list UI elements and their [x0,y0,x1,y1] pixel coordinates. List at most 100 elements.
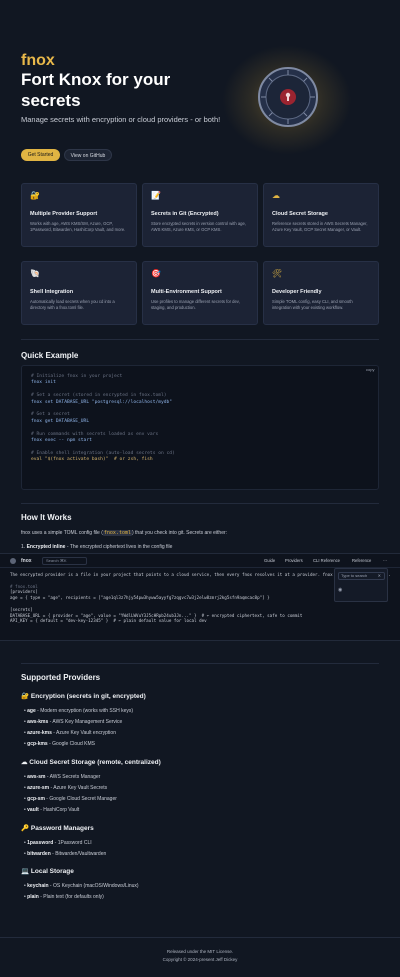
provider-name: plain [27,894,39,900]
target-icon: 🎯 [151,269,161,278]
quick-example-code: # Initialize fnox in your project fnox in… [21,365,379,490]
providers-heading: Supported Providers [21,673,101,682]
memo-icon: 📝 [151,191,161,200]
provider-desc: - Azure Key Vault Secrets [49,785,108,791]
feature-description: Works with age, AWS KMS/SM, Azure, GCP, … [30,221,126,232]
nav-providers[interactable]: Providers [285,558,303,563]
provider-desc: - HashiCorp Vault [38,807,80,813]
nav-guide[interactable]: Guide [264,558,275,563]
provider-group-title: 🔐 Encryption (secrets in git, encrypted) [21,693,146,700]
provider-name: 1password [27,840,54,846]
feature-title: Developer Friendly [272,289,322,295]
list-item: • aws-sm - AWS Secrets Manager [24,774,101,780]
feature-card-environments: 🎯 Multi-Environment Support Use profiles… [142,261,258,325]
provider-desc: - 1Password CLI [53,840,92,846]
provider-name: aws-sm [27,774,46,780]
more-menu-icon[interactable]: ⋯ [383,558,387,563]
docs-navbar: fnox Search ⌘K Guide Providers CLI Refer… [0,554,400,568]
vault-icon [258,67,318,127]
footer-license: Released under the MIT License. [166,949,234,954]
provider-name: azure-sm [27,785,50,791]
list-item: • azure-sm - Azure Key Vault Secrets [24,785,108,791]
provider-group-title: 🔑 Password Managers [21,825,94,832]
feature-card-developer: 🛠 Developer Friendly Simple TOML config,… [263,261,379,325]
divider [21,339,379,340]
hero-subtitle: Manage secrets with encryption or cloud … [21,115,221,124]
list-item: • azure-kms - Azure Key Vault encryption [24,730,116,736]
docs-site-name[interactable]: fnox [21,558,32,564]
provider-name: vault [27,807,39,813]
provider-desc: - OS Keychain (macOS/Windows/Linux) [48,883,139,889]
tools-icon: 🛠 [272,269,283,278]
list-item: • keychain - OS Keychain (macOS/Windows/… [24,883,139,889]
docs-logo-icon [10,558,16,564]
provider-name: bitwarden [27,851,51,857]
how-it-works-intro: fnox uses a simple TOML config file (fno… [21,530,227,536]
docs-line: The encrypted provider is a file in your… [10,572,391,577]
feature-description: Use profiles to manage different secrets… [151,299,240,310]
footer-copyright: Copyright © 2024-present Jeff Dickey [162,957,238,962]
search-label: Search [46,558,59,563]
list-item: • bitwarden - Bitwarden/Vaultwarden [24,851,107,857]
intro-text: fnox uses a simple TOML config file ( [21,530,103,536]
intro-text: ) that you check into git. Secrets are e… [131,530,228,536]
feature-title: Multiple Provider Support [30,211,98,217]
feature-title: Secrets in Git (Encrypted) [151,211,219,217]
divider [21,663,379,664]
search-dropdown: Type to search ✕ ◉ [334,568,388,602]
feature-description: Store encrypted secrets in version contr… [151,221,246,232]
docs-code-block: The encrypted provider is a file in your… [10,572,391,624]
footer-divider [0,937,400,938]
hero-title: Fort Knox for your secrets [21,70,171,110]
feature-card-cloud: ☁ Cloud Secret Storage Reference secrets… [263,183,379,247]
provider-desc: - AWS Key Management Service [48,719,123,725]
nav-reference[interactable]: Reference [352,558,371,563]
get-started-button[interactable]: Get Started [21,149,60,161]
list-item: • age - Modern encryption (works with SS… [24,708,134,714]
view-on-github-button[interactable]: View on GitHub [64,149,112,161]
provider-desc: - Google Cloud KMS [47,741,95,747]
divider [21,503,379,504]
feature-description: Automatically load secrets when you cd i… [30,299,115,310]
provider-name: age [27,708,36,714]
provider-desc: - Modern encryption (works with SSH keys… [35,708,134,714]
quick-example-heading: Quick Example [21,351,79,360]
list-item: • plain - Plain text (for defaults only) [24,894,104,900]
docs-line: API_KEY = { default = "dev-key-12345" } … [10,618,207,624]
code-line: eval "$(fnox activate bash)" # or zsh, f… [31,457,153,463]
provider-name: keychain [27,883,49,889]
list-item: • aws-kms - AWS Key Management Service [24,719,123,725]
provider-desc: - Bitwarden/Vaultwarden [50,851,107,857]
provider-name: gcp-sm [27,796,45,802]
list-item: • gcp-sm - Google Cloud Secret Manager [24,796,117,802]
feature-title: Shell Integration [30,289,74,295]
provider-desc: - Plain text (for defaults only) [38,894,104,900]
provider-desc: - AWS Secrets Manager [45,774,101,780]
search-shortcut: ⌘K [59,558,67,563]
hero-section: fnox Fort Knox for your secrets Manage s… [0,0,400,175]
nav-cli-reference[interactable]: CLI Reference [313,558,340,563]
feature-title: Multi-Environment Support [151,289,222,295]
provider-name: azure-kms [27,730,52,736]
dropdown-search-input[interactable]: Type to search ✕ [338,572,385,580]
provider-desc: - Azure Key Vault encryption [51,730,116,736]
github-icon[interactable]: ◉ [338,587,342,593]
list-item: • vault - HashiCorp Vault [24,807,80,813]
feature-description: Reference secrets stored in AWS Secrets … [272,221,368,232]
brand-name: fnox [21,52,55,69]
provider-desc: - Google Cloud Secret Manager [44,796,117,802]
feature-card-git: 📝 Secrets in Git (Encrypted) Store encry… [142,183,258,247]
point-text: - The encrypted ciphertext lives in the … [65,544,173,550]
provider-group-title: ☁ Cloud Secret Storage (remote, centrali… [21,759,161,766]
feature-card-providers: 🔐 Multiple Provider Support Works with a… [21,183,137,247]
footer: Released under the MIT License. Copyrigh… [0,948,400,964]
docs-search-button[interactable]: Search ⌘K [42,557,87,565]
feature-title: Cloud Secret Storage [272,211,328,217]
copy-button[interactable]: copy [366,367,374,372]
close-icon[interactable]: ✕ [378,573,381,579]
cloud-icon: ☁ [272,191,280,200]
feature-description: Simple TOML config, easy CLI, and smooth… [272,299,353,310]
lock-icon: 🔐 [30,191,40,200]
provider-name: gcp-kms [27,741,48,747]
provider-group-title: 💻 Local Storage [21,868,74,875]
